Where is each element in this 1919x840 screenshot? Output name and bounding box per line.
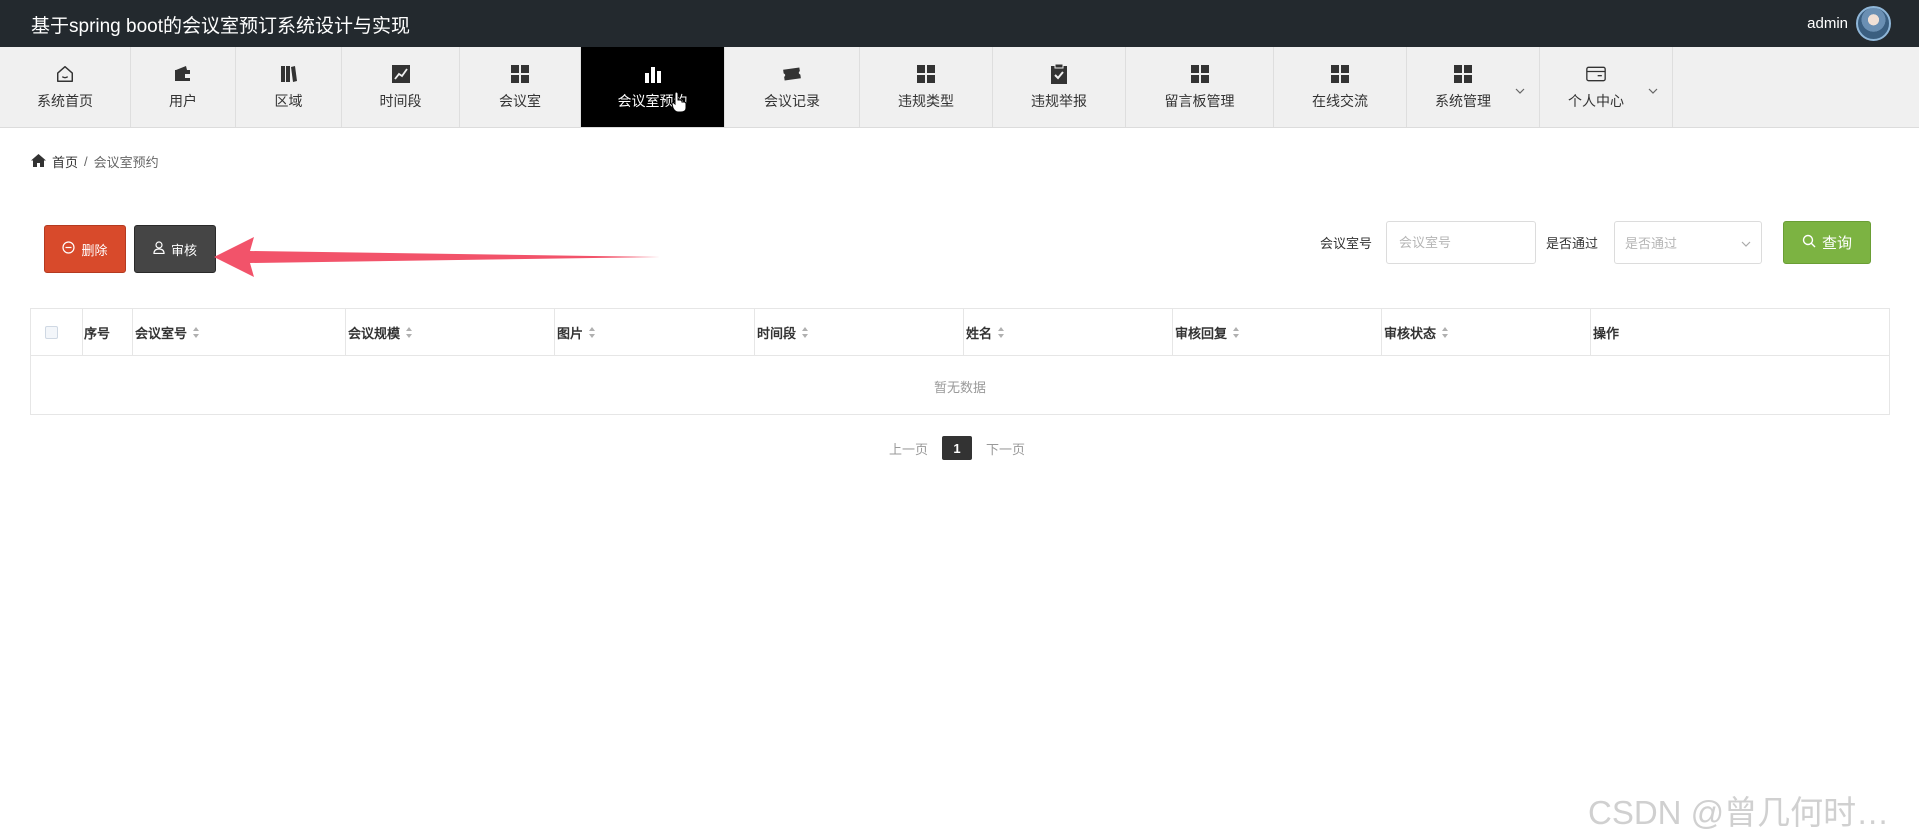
column-header[interactable]: 审核状态 [1381,309,1590,355]
column-header[interactable]: 时间段 [754,309,963,355]
home-icon [31,153,46,170]
search-icon [1802,234,1816,252]
nav-item-users[interactable]: 用户 [131,47,236,127]
nav-item-region[interactable]: 区域 [236,47,342,127]
nav-label: 区域 [274,92,303,109]
sort-icon[interactable] [589,326,596,338]
nav-label: 在线交流 [1312,92,1368,109]
chevron-down-icon [1515,81,1525,97]
audit-button[interactable]: 审核 [134,225,216,273]
avatar[interactable] [1856,6,1891,41]
select-all-checkbox[interactable] [45,325,58,339]
bar-chart-icon [643,64,663,84]
nav-item-message-board[interactable]: 留言板管理 [1126,47,1274,127]
select-all-cell [31,309,82,355]
column-header[interactable]: 审核回复 [1172,309,1381,355]
nav-label: 违规类型 [898,92,954,109]
main-nav: 系统首页 用户 区域 时间段 会议室 会议室预约 会议记录 违规类型 违规举报 … [0,47,1919,128]
ticket-icon [782,64,802,84]
minus-circle-icon [62,241,76,257]
top-bar: 基于spring boot的会议室预订系统设计与实现 admin [0,0,1919,47]
sort-icon[interactable] [802,326,809,338]
chart-line-icon [391,64,411,84]
approved-select[interactable]: 是否通过 [1614,221,1762,264]
chevron-down-icon [1648,81,1658,97]
delete-button[interactable]: 删除 [44,225,126,273]
column-header[interactable]: 姓名 [963,309,1172,355]
column-header[interactable]: 会议室号 [132,309,345,355]
nav-item-personal-center[interactable]: 个人中心 [1540,47,1673,127]
nav-label: 系统管理 [1435,92,1491,109]
sort-icon[interactable] [1233,326,1240,338]
clipboard-check-icon [1049,63,1069,84]
breadcrumb-home[interactable]: 首页 [52,152,78,171]
nav-item-violation-reports[interactable]: 违规举报 [993,47,1126,127]
nav-label: 违规举报 [1031,92,1087,109]
booking-table: 序号 会议室号 会议规模 图片 时间段 姓名 审核回复 审核状态 操作 暂无数据 [30,308,1890,415]
prev-page-link[interactable]: 上一页 [889,439,928,458]
query-label: 查询 [1821,235,1852,252]
nav-label: 会议记录 [764,92,820,109]
nav-label: 个人中心 [1568,92,1624,109]
card-icon [1586,64,1606,84]
cursor-hand-icon [671,91,687,116]
approved-label: 是否通过 [1546,236,1599,251]
home-icon [55,64,75,84]
annotation-arrow [214,237,660,277]
user-icon [153,241,165,257]
nav-label: 用户 [169,92,197,109]
nav-item-violation-types[interactable]: 违规类型 [860,47,993,127]
user-menu[interactable]: admin [1807,5,1891,42]
room-number-label: 会议室号 [1320,236,1373,251]
sort-icon[interactable] [193,326,200,338]
next-page-link[interactable]: 下一页 [986,439,1025,458]
nav-item-online-chat[interactable]: 在线交流 [1274,47,1407,127]
watermark: CSDN @曾几何时… [1588,794,1890,831]
nav-item-booking[interactable]: 会议室预约 [581,47,725,127]
nav-label: 会议室 [499,92,541,109]
grid-icon [510,64,530,84]
column-header: 操作 [1590,309,1889,355]
query-button[interactable]: 查询 [1783,221,1871,264]
delete-label: 删除 [81,242,108,258]
nav-item-home[interactable]: 系统首页 [0,47,131,127]
nav-item-timeslot[interactable]: 时间段 [342,47,460,127]
empty-state: 暂无数据 [933,379,986,395]
app-title: 基于spring boot的会议室预订系统设计与实现 [31,16,411,37]
nav-item-system-management[interactable]: 系统管理 [1407,47,1540,127]
breadcrumb-current: 会议室预约 [93,155,159,170]
nav-item-meeting-records[interactable]: 会议记录 [725,47,860,127]
wallet-icon [173,64,193,84]
book-icon [279,64,299,84]
nav-item-room[interactable]: 会议室 [460,47,581,127]
column-header: 序号 [82,309,132,355]
sort-icon[interactable] [406,326,413,338]
breadcrumb-separator: / [84,154,88,169]
room-number-input[interactable] [1386,221,1536,264]
column-header[interactable]: 会议规模 [345,309,554,355]
nav-label: 系统首页 [37,92,93,109]
approved-select-placeholder: 是否通过 [1625,236,1678,251]
sort-icon[interactable] [1442,326,1449,338]
sort-icon[interactable] [998,326,1005,338]
grid-icon [1190,64,1210,84]
table-header: 序号 会议室号 会议规模 图片 时间段 姓名 审核回复 审核状态 操作 [31,309,1889,356]
audit-label: 审核 [170,242,197,258]
column-header[interactable]: 图片 [554,309,754,355]
nav-label: 时间段 [379,92,422,109]
grid-icon [1453,64,1473,84]
grid-icon [916,64,936,84]
page-number[interactable]: 1 [942,436,973,460]
pagination: 上一页 1 下一页 [889,436,1025,460]
nav-label: 留言板管理 [1164,92,1235,109]
breadcrumb: 首页 / 会议室预约 [31,152,159,171]
grid-icon [1330,64,1350,84]
chevron-down-icon [1741,235,1751,250]
username: admin [1807,15,1848,32]
